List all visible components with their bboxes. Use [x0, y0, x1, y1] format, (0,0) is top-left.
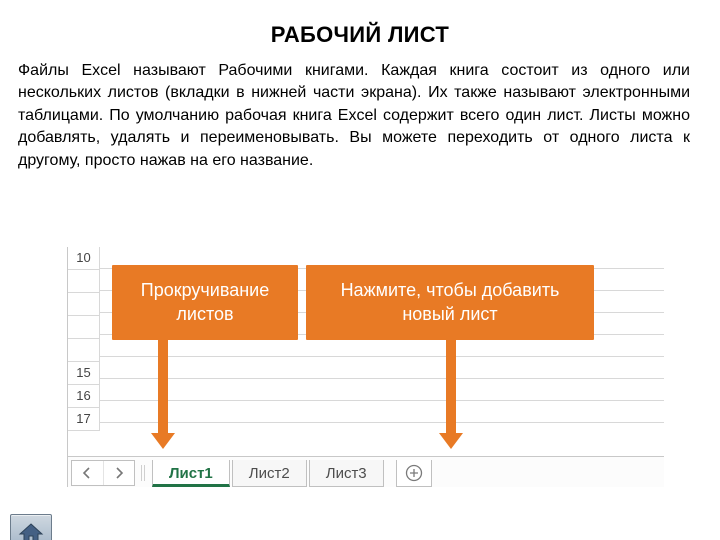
body-text: Файлы Excel называют Рабочими книгами. К… — [0, 48, 720, 172]
tab-separator — [141, 463, 147, 483]
sheet-tab-3[interactable]: Лист3 — [309, 460, 384, 487]
new-sheet-button[interactable] — [396, 460, 432, 487]
sheet-scroll-buttons[interactable] — [71, 460, 135, 486]
callout-add: Нажмите, чтобы добавить новый лист — [306, 265, 594, 340]
sheet-tab-1[interactable]: Лист1 — [152, 460, 230, 487]
row-headers: 10 15 16 17 — [68, 247, 100, 487]
row-header — [68, 339, 100, 362]
chevron-right-icon — [114, 467, 124, 479]
sheet-scroll-right[interactable] — [104, 461, 135, 485]
plus-circle-icon — [405, 464, 423, 482]
row-header — [68, 270, 100, 293]
row-header — [68, 316, 100, 339]
row-header: 17 — [68, 408, 100, 431]
home-icon — [18, 521, 44, 540]
excel-screenshot: 10 15 16 17 Прокручивание листов Нажмите… — [67, 247, 664, 487]
sheet-tabs: Лист1 Лист2 Лист3 — [152, 459, 432, 487]
sheet-tab-bar: Лист1 Лист2 Лист3 — [68, 456, 664, 487]
row-header — [68, 293, 100, 316]
row-header: 16 — [68, 385, 100, 408]
slide: РАБОЧИЙ ЛИСТ Файлы Excel называют Рабочи… — [0, 22, 720, 540]
row-header: 10 — [68, 247, 100, 270]
sheet-scroll-left[interactable] — [72, 461, 104, 485]
callout-scroll: Прокручивание листов — [112, 265, 298, 340]
home-button[interactable] — [10, 514, 52, 540]
sheet-tab-2[interactable]: Лист2 — [232, 460, 307, 487]
row-header: 15 — [68, 362, 100, 385]
chevron-left-icon — [82, 467, 92, 479]
page-title: РАБОЧИЙ ЛИСТ — [0, 22, 720, 48]
